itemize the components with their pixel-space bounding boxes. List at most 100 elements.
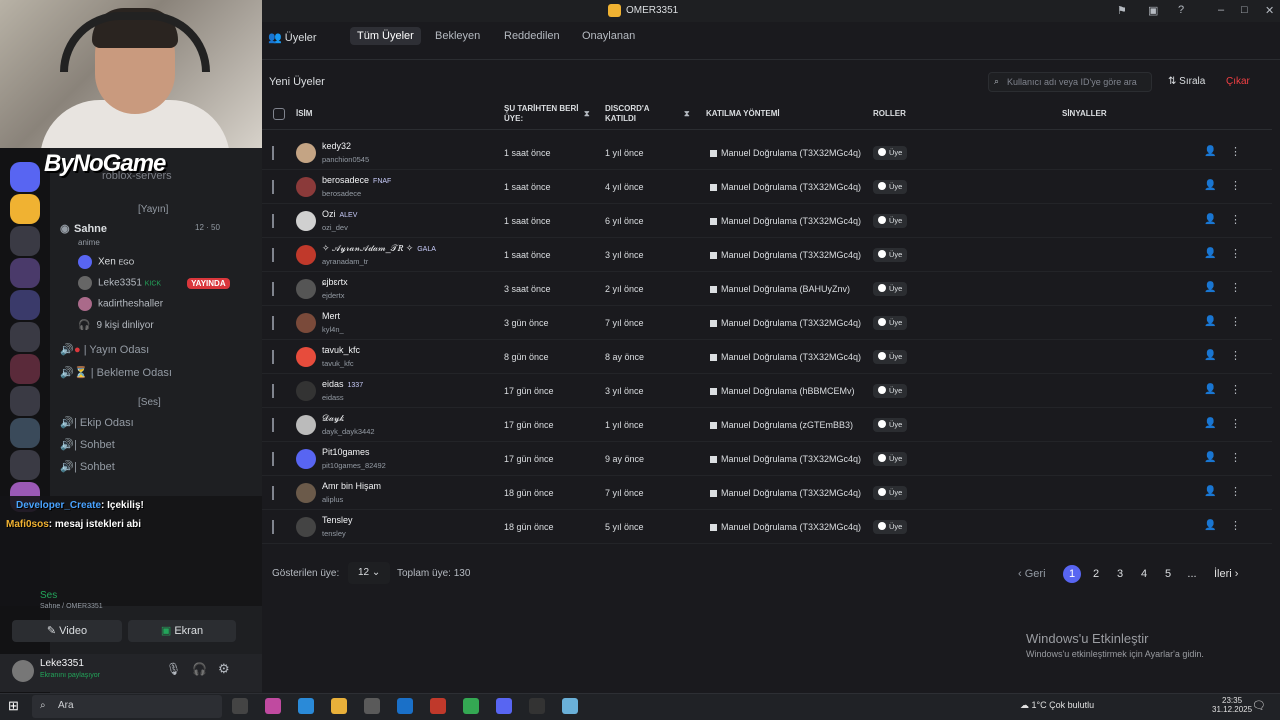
settings-gear-icon[interactable]: ⚙ xyxy=(218,661,230,677)
profile-icon[interactable]: 👤 xyxy=(1204,180,1216,191)
filter-icon[interactable]: ⧗ xyxy=(684,109,690,119)
member-display-name[interactable]: tavuk_kfc xyxy=(322,345,360,355)
screen-share-icon[interactable]: ▣ xyxy=(1148,4,1158,17)
member-display-name[interactable]: berosadece FNAF xyxy=(322,175,391,185)
server-icon[interactable] xyxy=(10,322,40,352)
member-display-name[interactable]: ɕjbɛɾtx xyxy=(322,277,348,287)
row-select-handle[interactable] xyxy=(272,146,274,160)
table-row[interactable]: tavuk_kfc tavuk_kfc 8 gün önce 8 ay önce Man… xyxy=(262,340,1272,374)
page-size-select[interactable]: 12 ⌄ xyxy=(348,562,390,584)
member-display-name[interactable]: 𝒟𝒶𝓎𝓀 xyxy=(322,413,344,424)
role-badge[interactable]: Üye xyxy=(873,418,908,432)
tab-pending[interactable]: Bekleyen xyxy=(435,30,480,42)
member-display-name[interactable]: Amr bin Hişam xyxy=(322,481,381,491)
server-icon[interactable] xyxy=(10,226,40,256)
task-view-icon[interactable] xyxy=(232,698,248,714)
server-icon-home[interactable] xyxy=(10,162,40,192)
table-row[interactable]: Pit10games pit10games_82492 17 gün önce 9 a… xyxy=(262,442,1272,476)
file-explorer-icon[interactable] xyxy=(331,698,347,714)
more-options-icon[interactable]: ⋮ xyxy=(1230,247,1241,260)
copilot-icon[interactable] xyxy=(265,698,281,714)
role-badge[interactable]: Üye xyxy=(873,146,908,160)
server-icon[interactable] xyxy=(10,258,40,288)
tab-approved[interactable]: Onaylanan xyxy=(582,30,635,42)
listeners-count[interactable]: 🎧 9 kişi dinliyor xyxy=(78,320,154,331)
table-row[interactable]: kedy32 panchion0545 1 saat önce 1 yıl önce M… xyxy=(262,136,1272,170)
role-badge[interactable]: Üye xyxy=(873,316,908,330)
more-options-icon[interactable]: ⋮ xyxy=(1230,383,1241,396)
filter-icon[interactable]: ⧗ xyxy=(584,109,590,119)
server-icon[interactable] xyxy=(10,450,40,480)
table-row[interactable]: Mert kyl4n_ 3 gün önce 7 yıl önce Manuel Doğ… xyxy=(262,306,1272,340)
table-row[interactable]: ✧ 𝒜𝓎𝓇𝒶𝓃𝒜𝒹𝒶𝓂_𝒯𝑅 ✧ GALA ayranadam_tr 1 saat ö… xyxy=(262,238,1272,272)
category-stage[interactable]: [Yayın] xyxy=(138,204,168,215)
member-display-name[interactable]: eidas 1337 xyxy=(322,379,363,389)
prev-page-button[interactable]: ‹ Geri xyxy=(1018,568,1046,580)
column-join-method[interactable]: KATILMA YÖNTEMİ xyxy=(706,109,780,119)
profile-icon[interactable]: 👤 xyxy=(1204,452,1216,463)
more-options-icon[interactable]: ⋮ xyxy=(1230,213,1241,226)
row-select-handle[interactable] xyxy=(272,452,274,466)
column-name[interactable]: İSİM xyxy=(296,109,312,119)
row-select-handle[interactable] xyxy=(272,520,274,534)
category-voice[interactable]: [Ses] xyxy=(138,397,161,408)
role-badge[interactable]: Üye xyxy=(873,452,908,466)
clock[interactable]: 23:35 31.12.2025 xyxy=(1212,696,1252,714)
voice-channel[interactable]: 🔊| Ekip Odası xyxy=(60,416,134,429)
remove-button[interactable]: Çıkar xyxy=(1226,76,1250,87)
taskbar-search[interactable]: Ara ⌕ xyxy=(32,695,222,718)
chrome-icon[interactable] xyxy=(463,698,479,714)
member-display-name[interactable]: Ozi ALEV xyxy=(322,209,357,219)
table-row[interactable]: 𝒟𝒶𝓎𝓀 dayk_dayk3442 17 gün önce 1 yıl önce Ma… xyxy=(262,408,1272,442)
profile-icon[interactable]: 👤 xyxy=(1204,248,1216,259)
server-icon[interactable] xyxy=(10,386,40,416)
row-select-handle[interactable] xyxy=(272,248,274,262)
more-options-icon[interactable]: ⋮ xyxy=(1230,315,1241,328)
more-options-icon[interactable]: ⋮ xyxy=(1230,485,1241,498)
role-badge[interactable]: Üye xyxy=(873,180,908,194)
server-icon[interactable] xyxy=(10,354,40,384)
stage-member[interactable]: Leke3351 KICK YAYINDA xyxy=(78,276,230,290)
outlook-icon[interactable] xyxy=(397,698,413,714)
member-display-name[interactable]: Tensley xyxy=(322,515,353,525)
row-select-handle[interactable] xyxy=(272,316,274,330)
role-badge[interactable]: Üye xyxy=(873,520,908,534)
profile-icon[interactable]: 👤 xyxy=(1204,418,1216,429)
role-badge[interactable]: Üye xyxy=(873,248,908,262)
help-icon[interactable]: ? xyxy=(1178,4,1184,16)
weather-widget[interactable]: ☁ 1°C Çok bulutlu xyxy=(1020,700,1094,711)
role-badge[interactable]: Üye xyxy=(873,384,908,398)
app-icon[interactable] xyxy=(562,698,578,714)
select-all-checkbox[interactable] xyxy=(273,108,285,120)
member-search-input[interactable]: ⌕ Kullanıcı adı veya ID'ye göre ara xyxy=(988,72,1152,92)
more-options-icon[interactable]: ⋮ xyxy=(1230,145,1241,158)
profile-icon[interactable]: 👤 xyxy=(1204,316,1216,327)
row-select-handle[interactable] xyxy=(272,180,274,194)
column-member-since[interactable]: ŞU TARİHTEN BERİ ÜYE: xyxy=(504,104,579,124)
more-options-icon[interactable]: ⋮ xyxy=(1230,349,1241,362)
tab-all-members[interactable]: Tüm Üyeler xyxy=(350,27,421,45)
close-icon[interactable]: ✕ xyxy=(1265,4,1274,17)
row-select-handle[interactable] xyxy=(272,214,274,228)
table-row[interactable]: berosadece FNAF berosadece 1 saat önce 4 yıl… xyxy=(262,170,1272,204)
profile-icon[interactable]: 👤 xyxy=(1204,146,1216,157)
role-badge[interactable]: Üye xyxy=(873,282,908,296)
obs-icon[interactable] xyxy=(529,698,545,714)
row-select-handle[interactable] xyxy=(272,418,274,432)
row-select-handle[interactable] xyxy=(272,384,274,398)
page-button-4[interactable]: 4 xyxy=(1135,565,1153,583)
more-options-icon[interactable]: ⋮ xyxy=(1230,451,1241,464)
next-page-button[interactable]: İleri › xyxy=(1214,568,1238,580)
voice-channel[interactable]: 🔊| Sohbet xyxy=(60,438,115,451)
table-row[interactable]: ɕjbɛɾtx ejdertx 3 saat önce 2 yıl önce Manue… xyxy=(262,272,1272,306)
role-badge[interactable]: Üye xyxy=(873,486,908,500)
voice-channel[interactable]: 🔊● | Yayın Odası xyxy=(60,343,149,356)
column-discord-joined[interactable]: DISCORD'A KATILDI xyxy=(605,104,650,124)
column-signals[interactable]: SİNYALLER xyxy=(1062,109,1107,119)
more-options-icon[interactable]: ⋮ xyxy=(1230,179,1241,192)
more-options-icon[interactable]: ⋮ xyxy=(1230,417,1241,430)
voice-channel[interactable]: 🔊⏳ | Bekleme Odası xyxy=(60,366,172,379)
page-button-2[interactable]: 2 xyxy=(1087,565,1105,583)
minimize-icon[interactable]: – xyxy=(1218,4,1224,16)
profile-icon[interactable]: 👤 xyxy=(1204,486,1216,497)
